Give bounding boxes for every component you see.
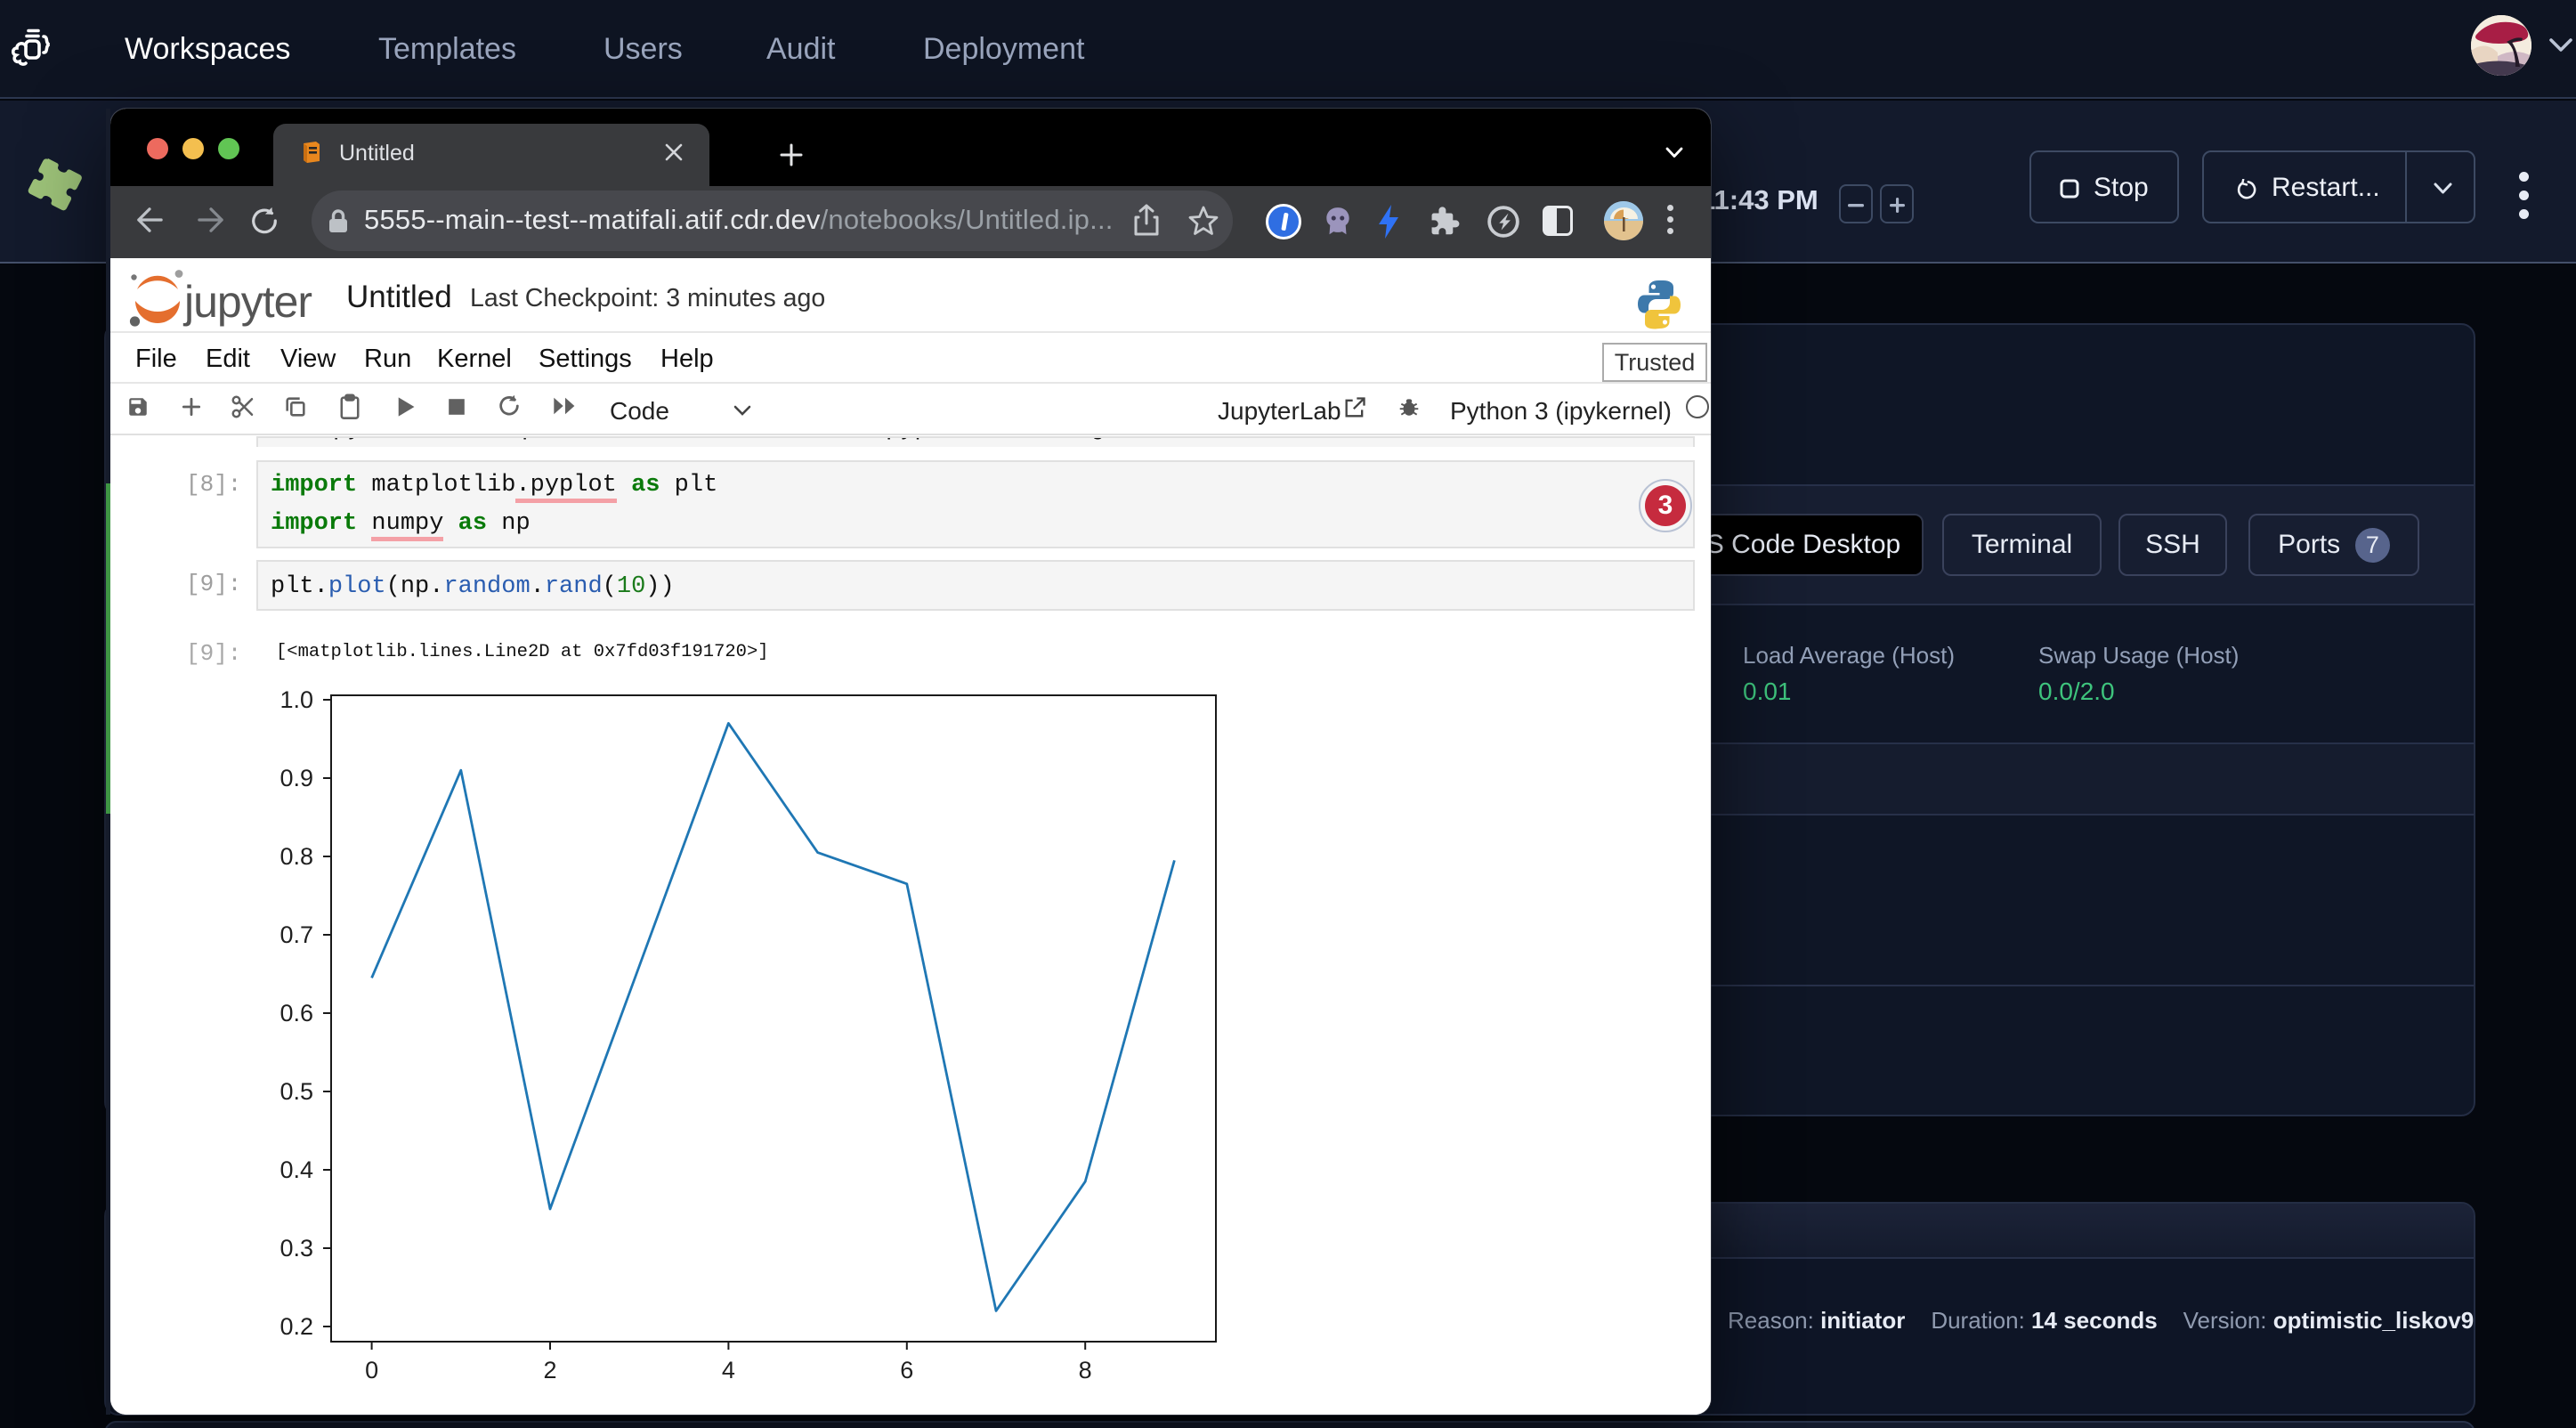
svg-text:4: 4	[722, 1357, 735, 1382]
svg-text:0.2: 0.2	[279, 1313, 313, 1340]
svg-text:1.0: 1.0	[279, 686, 313, 713]
svg-text:0.6: 0.6	[279, 1000, 313, 1026]
svg-text:0.8: 0.8	[279, 843, 313, 870]
svg-text:0: 0	[365, 1357, 378, 1382]
svg-text:6: 6	[900, 1357, 913, 1382]
svg-text:0.5: 0.5	[279, 1078, 313, 1105]
svg-text:8: 8	[1079, 1357, 1092, 1382]
svg-text:0.9: 0.9	[279, 765, 313, 791]
svg-text:0.7: 0.7	[279, 921, 313, 948]
svg-text:0.4: 0.4	[279, 1156, 313, 1183]
svg-text:2: 2	[543, 1357, 556, 1382]
svg-text:0.3: 0.3	[279, 1235, 313, 1262]
